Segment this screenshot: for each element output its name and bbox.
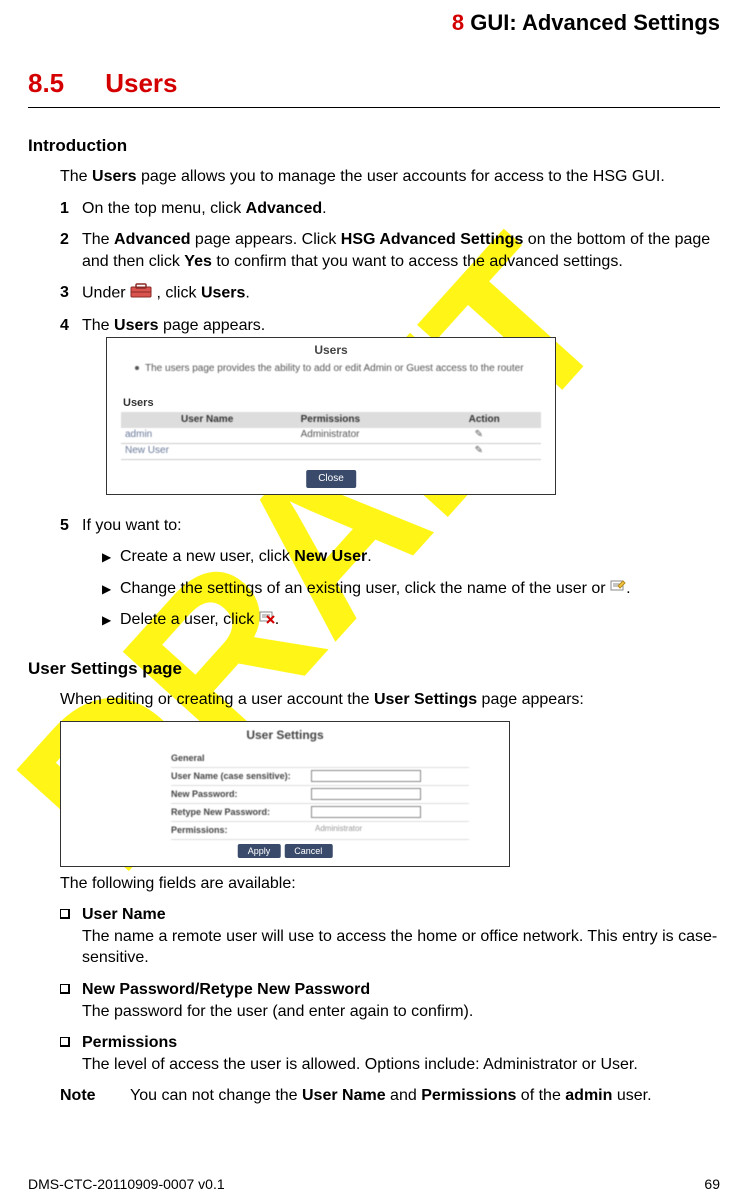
doc-id: DMS-CTC-20110909-0007 v0.1 <box>28 1176 225 1192</box>
intro-paragraph: The Users page allows you to manage the … <box>60 166 720 188</box>
edit-icon <box>610 578 626 600</box>
step-2: 2 The Advanced page appears. Click HSG A… <box>60 229 720 272</box>
page-number: 69 <box>704 1176 720 1192</box>
section-title: 8.5 Users <box>28 68 720 108</box>
field-permissions: PermissionsThe level of access the user … <box>60 1032 720 1075</box>
chapter-header: 8 GUI: Advanced Settings <box>28 10 720 36</box>
section-number: 8.5 <box>28 68 98 99</box>
fields-intro: The following fields are available: <box>60 873 720 895</box>
user-settings-heading: User Settings page <box>28 659 720 679</box>
step-3: 3 Under , click Users. <box>60 282 720 305</box>
close-button: Close <box>306 470 356 488</box>
page-footer: DMS-CTC-20110909-0007 v0.1 69 <box>28 1176 720 1192</box>
chapter-title: GUI: Advanced Settings <box>470 10 720 35</box>
cancel-button: Cancel <box>284 844 332 858</box>
field-username: User NameThe name a remote user will use… <box>60 904 720 969</box>
step-4: 4 The Users page appears. Users The user… <box>60 315 720 505</box>
users-page-screenshot: Users The users page provides the abilit… <box>106 337 556 495</box>
apply-button: Apply <box>238 844 281 858</box>
substep-edit: ▶Change the settings of an existing user… <box>102 578 720 600</box>
toolbox-icon <box>130 282 152 305</box>
step-5: 5 If you want to: ▶Create a new user, cl… <box>60 515 720 641</box>
step-1: 1 On the top menu, click Advanced. <box>60 198 720 220</box>
section-name: Users <box>105 68 177 98</box>
intro-heading: Introduction <box>28 136 720 156</box>
user-settings-screenshot: User Settings General User Name (case se… <box>60 721 510 867</box>
delete-icon <box>259 609 275 631</box>
chapter-number: 8 <box>452 10 464 35</box>
user-settings-lead: When editing or creating a user account … <box>60 689 720 711</box>
field-password: New Password/Retype New PasswordThe pass… <box>60 979 720 1022</box>
note: Note You can not change the User Name an… <box>60 1085 720 1107</box>
substep-delete: ▶Delete a user, click . <box>102 609 720 631</box>
substep-create: ▶Create a new user, click New User. <box>102 546 720 568</box>
